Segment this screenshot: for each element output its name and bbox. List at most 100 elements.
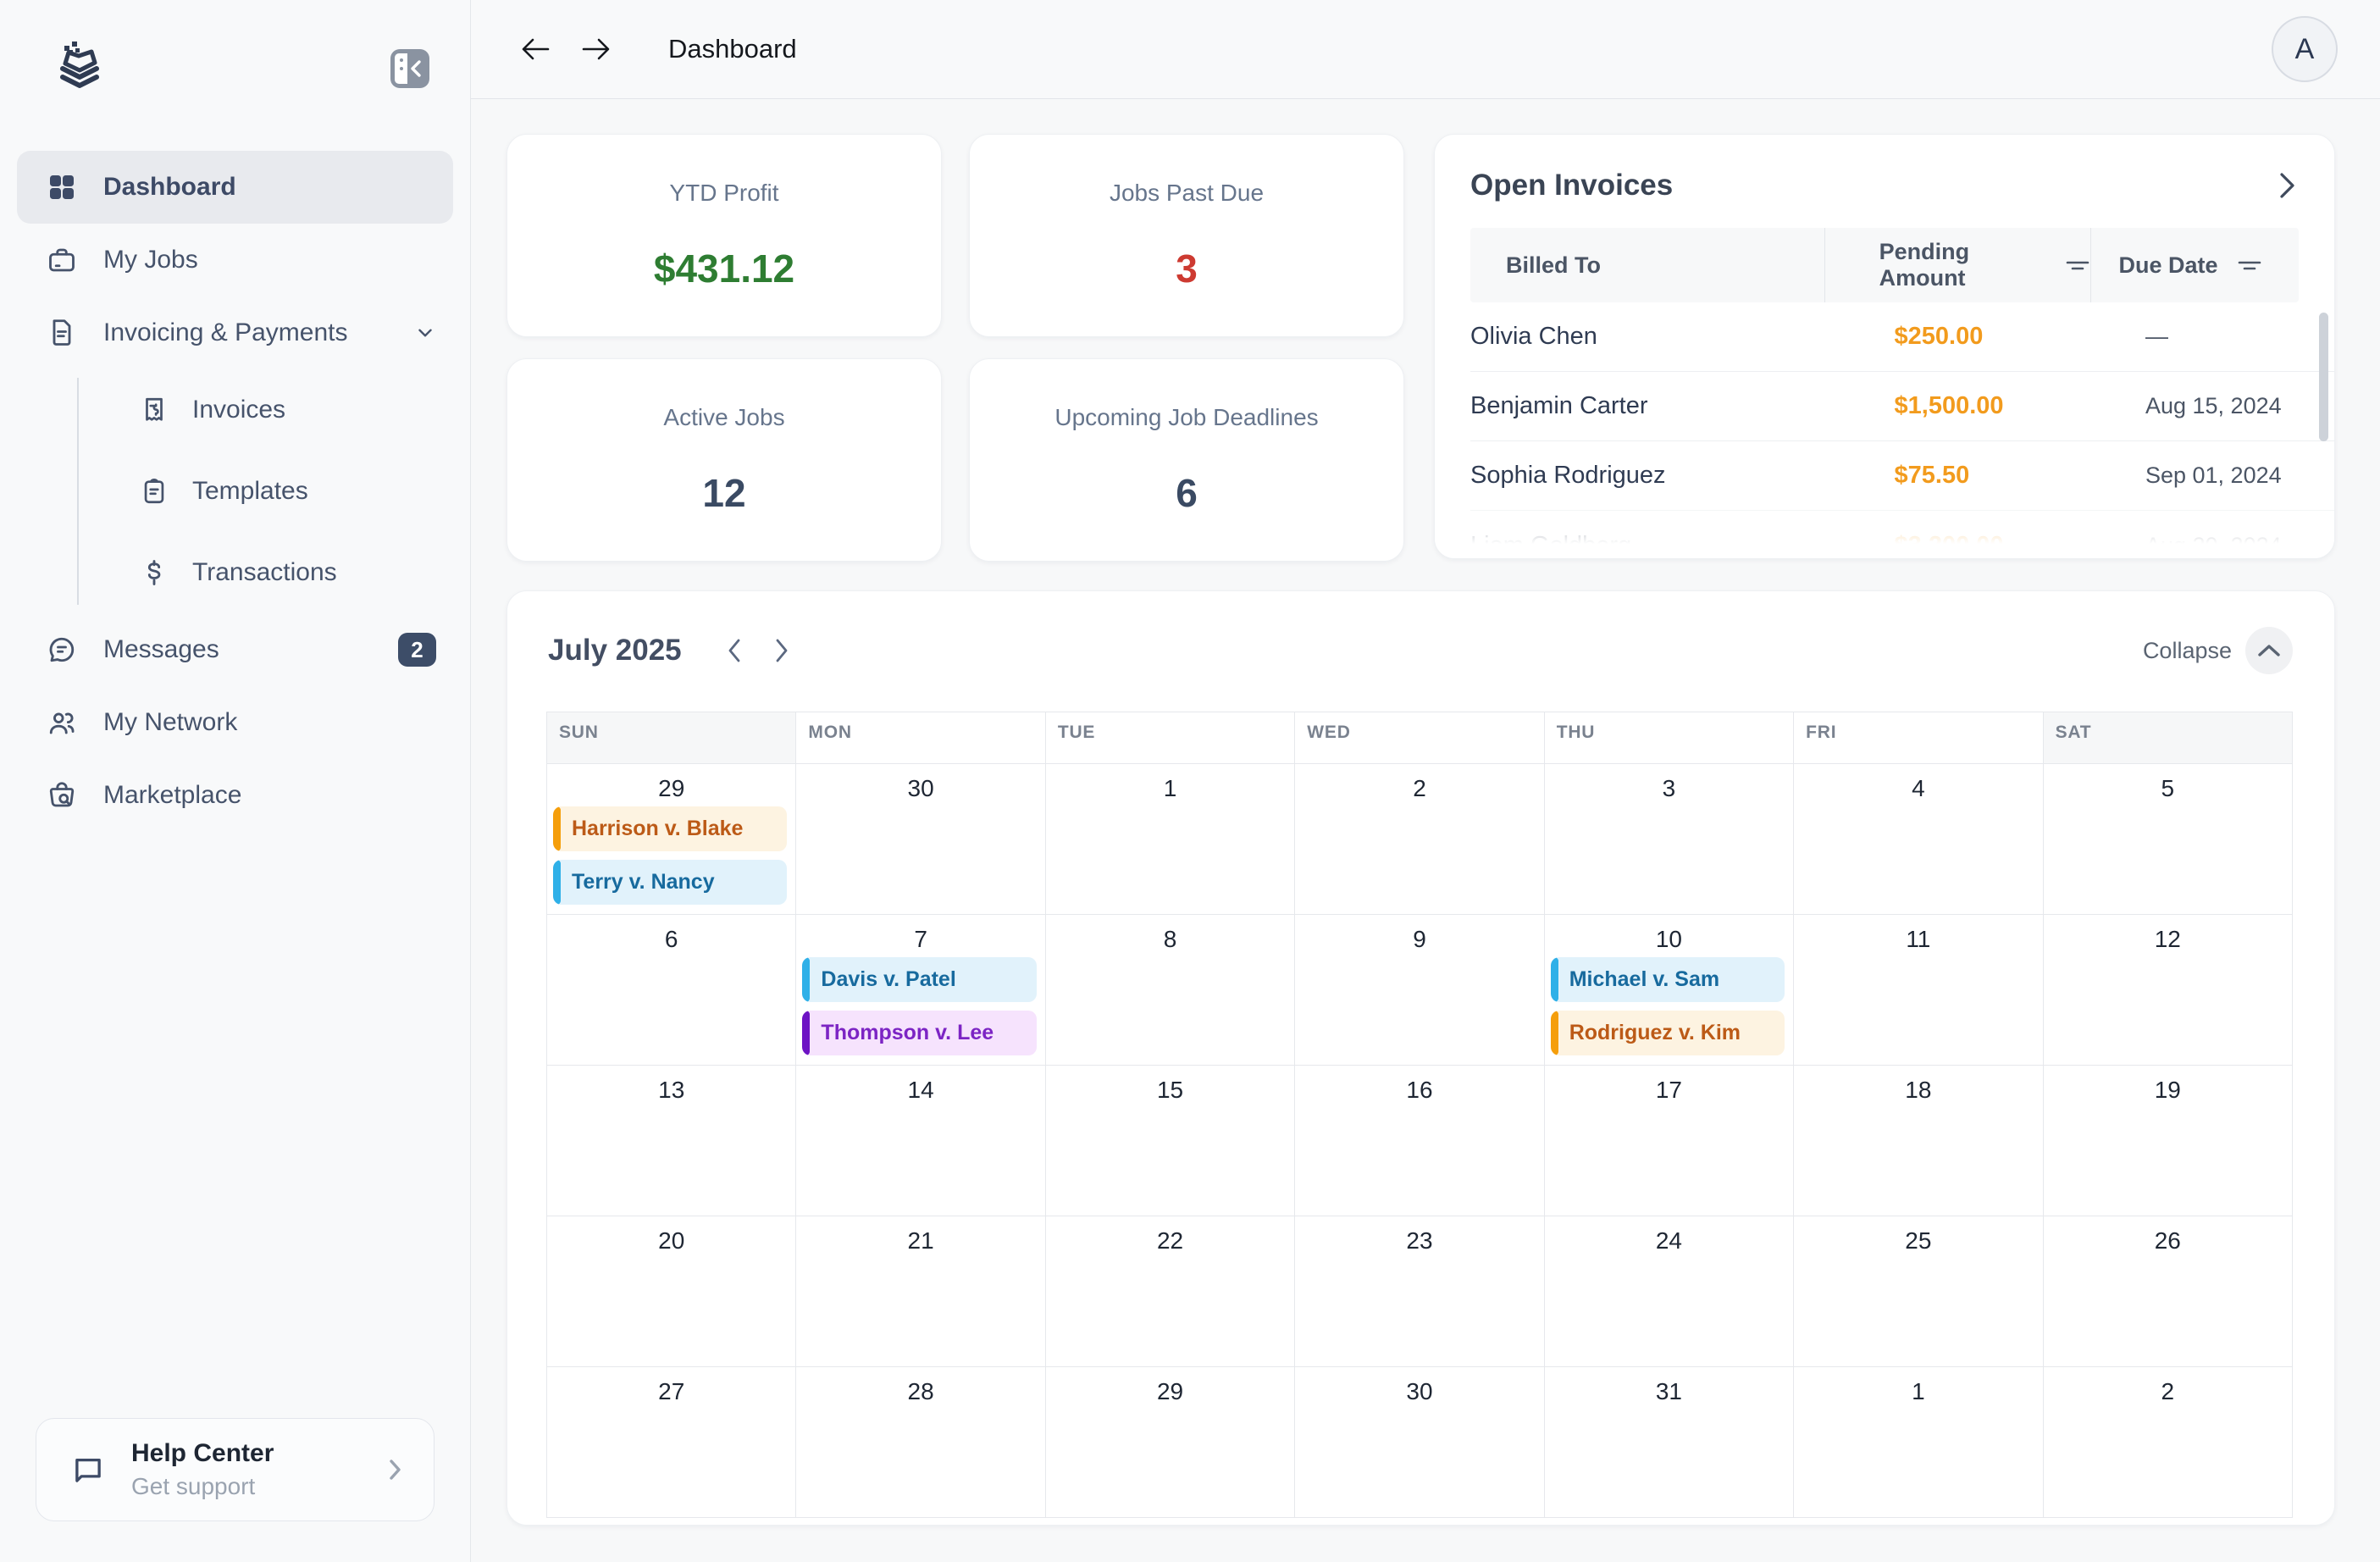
- day-number: 23: [1295, 1216, 1543, 1259]
- next-month-icon[interactable]: [767, 635, 797, 666]
- sidebar-item-dashboard[interactable]: Dashboard: [17, 151, 453, 224]
- sidebar-item-marketplace[interactable]: Marketplace: [17, 759, 453, 832]
- day-number: 17: [1545, 1066, 1793, 1108]
- day-number: 30: [796, 764, 1044, 806]
- calendar-day-cell[interactable]: 27: [546, 1366, 795, 1517]
- app-logo-icon: [53, 38, 107, 92]
- sidebar-item-transactions[interactable]: Transactions: [77, 532, 453, 613]
- sidebar-item-invoicing-payments[interactable]: Invoicing & Payments: [17, 296, 453, 369]
- calendar-event[interactable]: Harrison v. Blake: [553, 806, 787, 851]
- open-invoices-title: Open Invoices: [1470, 169, 1673, 202]
- stat-value: $431.12: [654, 246, 794, 291]
- calendar-day-cell[interactable]: 2: [2043, 1366, 2292, 1517]
- calendar-day-cell[interactable]: 23: [1294, 1216, 1543, 1366]
- column-due-date: Due Date: [2091, 228, 2299, 302]
- calendar-day-cell[interactable]: 26: [2043, 1216, 2292, 1366]
- calendar-day-cell[interactable]: 7Davis v. PatelThompson v. Lee: [795, 914, 1044, 1065]
- calendar-day-cell[interactable]: 16: [1294, 1065, 1543, 1216]
- calendar-day-cell[interactable]: 11: [1793, 914, 2042, 1065]
- calendar-collapse-button[interactable]: Collapse: [2143, 627, 2293, 674]
- calendar-day-cell[interactable]: 5: [2043, 763, 2292, 914]
- calendar-day-cell[interactable]: 15: [1045, 1065, 1294, 1216]
- stat-card[interactable]: Jobs Past Due3: [969, 134, 1404, 337]
- calendar-week-row: 272829303112: [546, 1366, 2292, 1517]
- calendar-day-cell[interactable]: 8: [1045, 914, 1294, 1065]
- calendar-day-cell[interactable]: 14: [795, 1065, 1044, 1216]
- calendar-day-cell[interactable]: 18: [1793, 1065, 2042, 1216]
- help-center-card[interactable]: Help Center Get support: [36, 1418, 434, 1521]
- sidebar-item-templates[interactable]: Templates: [77, 451, 453, 532]
- calendar-day-cell[interactable]: 1: [1793, 1366, 2042, 1517]
- calendar-event[interactable]: Davis v. Patel: [802, 957, 1036, 1002]
- calendar-day-cell[interactable]: 24: [1544, 1216, 1793, 1366]
- event-color-bar: [553, 806, 561, 851]
- calendar-day-cell[interactable]: 30: [1294, 1366, 1543, 1517]
- event-label: Harrison v. Blake: [561, 817, 743, 841]
- chevron-right-icon[interactable]: [2278, 170, 2297, 201]
- calendar-event[interactable]: Michael v. Sam: [1551, 957, 1785, 1002]
- calendar-event[interactable]: Rodriguez v. Kim: [1551, 1011, 1785, 1055]
- calendar-day-cell[interactable]: 19: [2043, 1065, 2292, 1216]
- avatar[interactable]: A: [2272, 16, 2338, 82]
- day-header-tue: TUE: [1045, 712, 1294, 763]
- calendar-day-cell[interactable]: 31: [1544, 1366, 1793, 1517]
- invoice-billed-to: Benjamin Carter: [1470, 392, 1840, 420]
- day-number: 26: [2044, 1216, 2292, 1259]
- sidebar-item-messages[interactable]: Messages 2: [17, 613, 453, 686]
- stat-card[interactable]: YTD Profit$431.12: [506, 134, 942, 337]
- invoices-rows: Olivia Chen$250.00—Benjamin Carter$1,500…: [1470, 302, 2334, 559]
- receipt-icon: [140, 396, 169, 424]
- help-center-texts: Help Center Get support: [131, 1439, 359, 1500]
- filter-icon[interactable]: [2065, 257, 2090, 274]
- scrollbar-thumb[interactable]: [2319, 313, 2328, 441]
- sidebar-item-my-jobs[interactable]: My Jobs: [17, 224, 453, 296]
- prev-month-icon[interactable]: [719, 635, 750, 666]
- calendar-day-cell[interactable]: 22: [1045, 1216, 1294, 1366]
- stat-card[interactable]: Active Jobs12: [506, 358, 942, 562]
- calendar-week-row: 13141516171819: [546, 1065, 2292, 1216]
- filter-icon[interactable]: [2237, 257, 2262, 274]
- calendar-day-cell[interactable]: 9: [1294, 914, 1543, 1065]
- calendar-day-cell[interactable]: 28: [795, 1366, 1044, 1517]
- calendar-day-cell[interactable]: 25: [1793, 1216, 2042, 1366]
- calendar-day-cell[interactable]: 10Michael v. SamRodriguez v. Kim: [1544, 914, 1793, 1065]
- calendar-day-cell[interactable]: 1: [1045, 763, 1294, 914]
- day-number: 21: [796, 1216, 1044, 1259]
- calendar-day-cell[interactable]: 12: [2043, 914, 2292, 1065]
- calendar-day-cell[interactable]: 29Harrison v. BlakeTerry v. Nancy: [546, 763, 795, 914]
- day-number: 28: [796, 1367, 1044, 1410]
- stat-card[interactable]: Upcoming Job Deadlines6: [969, 358, 1404, 562]
- calendar-day-cell[interactable]: 29: [1045, 1366, 1294, 1517]
- invoice-row[interactable]: Sophia Rodriguez$75.50Sep 01, 2024: [1470, 441, 2334, 511]
- calendar-day-cell[interactable]: 21: [795, 1216, 1044, 1366]
- stat-label: Upcoming Job Deadlines: [1054, 404, 1318, 431]
- calendar-day-cell[interactable]: 30: [795, 763, 1044, 914]
- sidebar-item-my-network[interactable]: My Network: [17, 686, 453, 759]
- invoice-due-date: —: [2118, 324, 2334, 350]
- help-center-title: Help Center: [131, 1439, 359, 1468]
- event-label: Thompson v. Lee: [810, 1021, 994, 1045]
- calendar-event[interactable]: Terry v. Nancy: [553, 860, 787, 905]
- calendar-day-cell[interactable]: 4: [1793, 763, 2042, 914]
- calendar-day-cell[interactable]: 6: [546, 914, 795, 1065]
- calendar-day-cell[interactable]: 13: [546, 1065, 795, 1216]
- calendar-event[interactable]: Thompson v. Lee: [802, 1011, 1036, 1055]
- calendar-day-cell[interactable]: 2: [1294, 763, 1543, 914]
- day-number: 30: [1295, 1367, 1543, 1410]
- sidebar-collapse-icon[interactable]: [390, 49, 429, 88]
- back-arrow-icon[interactable]: [516, 30, 555, 69]
- chevron-up-icon: [2245, 627, 2293, 674]
- calendar-panel: July 2025 Collapse SUNMONTU: [506, 590, 2335, 1526]
- calendar-day-cell[interactable]: 3: [1544, 763, 1793, 914]
- invoice-row[interactable]: Olivia Chen$250.00—: [1470, 302, 2334, 372]
- forward-arrow-icon[interactable]: [577, 30, 616, 69]
- day-header-sat: SAT: [2043, 712, 2292, 763]
- invoice-row[interactable]: Benjamin Carter$1,500.00Aug 15, 2024: [1470, 372, 2334, 441]
- invoice-row[interactable]: Liam Goldberg$3,200.00Aug 20, 2024: [1470, 511, 2334, 559]
- calendar-day-cell[interactable]: 20: [546, 1216, 795, 1366]
- sidebar-item-invoices[interactable]: Invoices: [77, 369, 453, 451]
- chevron-down-icon[interactable]: [414, 322, 436, 344]
- event-color-bar: [553, 860, 561, 905]
- calendar-day-cell[interactable]: 17: [1544, 1065, 1793, 1216]
- calendar-day-headers: SUNMONTUEWEDTHUFRISAT: [546, 712, 2292, 763]
